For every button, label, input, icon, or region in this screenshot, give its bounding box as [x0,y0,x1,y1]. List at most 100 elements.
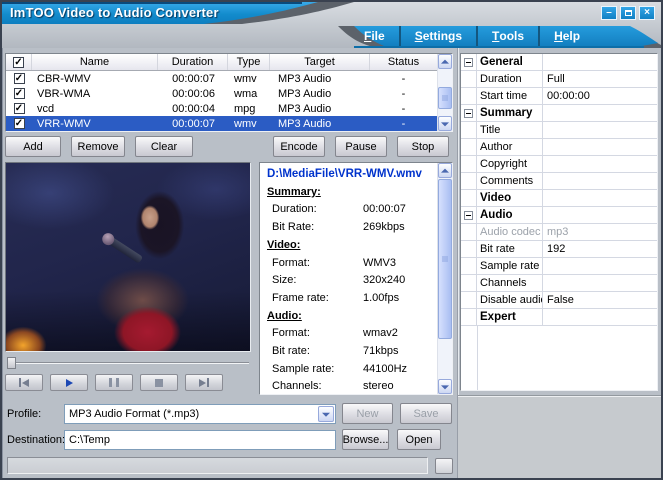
menu-settings[interactable]: Settings [399,26,476,46]
previous-button[interactable] [5,374,43,391]
next-icon [199,379,206,387]
stop-icon [155,379,163,387]
row-checkbox[interactable]: ✓ [14,88,25,99]
table-row[interactable]: ✓ CBR-WMV 00:00:07 wmv MP3 Audio - [6,71,437,86]
settings-pane: General Duration Full Start time 00:00:0… [457,48,661,478]
chevron-down-icon[interactable] [318,406,334,422]
property-row[interactable]: Start time 00:00:00 [461,88,657,105]
pause-playback-button[interactable] [95,374,133,391]
microphone-shape [107,236,143,263]
window-controls: – × [601,6,655,20]
media-file-path: D:\MediaFile\VRR-WMV.wmv [267,166,435,184]
progress-bar [7,457,428,474]
row-checkbox[interactable]: ✓ [14,118,25,129]
file-list: ✓ Name Duration Type Target Status ✓ CBR… [5,53,453,132]
property-category[interactable]: Expert [461,309,657,326]
scroll-up-icon[interactable] [438,163,452,178]
collapse-minus-icon[interactable] [464,211,473,220]
menu-file[interactable]: File [350,26,399,46]
summary-heading: Summary: [267,184,435,202]
right-bottom-panel [458,395,661,478]
property-category[interactable]: Audio [461,207,657,224]
destination-row: Destination: C:\Temp Browse... Open [7,429,453,450]
status-mini-button[interactable] [435,458,453,474]
scroll-up-icon[interactable] [438,54,452,69]
row-checkbox[interactable]: ✓ [14,103,25,114]
pause-button[interactable]: Pause [335,136,387,157]
window-title: ImTOO Video to Audio Converter [10,5,219,20]
profile-row: Profile: MP3 Audio Format (*.mp3) New Sa… [7,403,453,424]
profile-label: Profile: [7,408,64,420]
select-all-checkbox[interactable]: ✓ [13,57,24,68]
transport-controls [5,374,251,391]
table-row-selected[interactable]: ✓ VRR-WMV 00:00:07 wmv MP3 Audio - [6,116,437,131]
menu-help[interactable]: Help [538,26,594,46]
stop-playback-button[interactable] [140,374,178,391]
property-row[interactable]: Copyright [461,156,657,173]
column-header-status[interactable]: Status [370,54,437,70]
property-row-disabled: Audio codec mp3 [461,224,657,241]
property-row[interactable]: Channels [461,275,657,292]
scroll-thumb[interactable] [438,179,452,339]
property-row[interactable]: Title [461,122,657,139]
browse-button[interactable]: Browse... [342,429,389,450]
add-button[interactable]: Add [5,136,61,157]
save-button[interactable]: Save [400,403,452,424]
media-info-panel: D:\MediaFile\VRR-WMV.wmv Summary: Durati… [259,162,453,395]
scroll-down-icon[interactable] [438,116,452,131]
play-button[interactable] [50,374,88,391]
maximize-button[interactable] [620,6,636,20]
property-category[interactable]: Video [461,190,657,207]
left-pane: ✓ Name Duration Type Target Status ✓ CBR… [2,48,457,478]
property-category[interactable]: Summary [461,105,657,122]
menu-tools[interactable]: Tools [476,26,538,46]
video-player [5,162,251,395]
encode-button[interactable]: Encode [273,136,325,157]
header: ImTOO Video to Audio Converter – × File … [2,2,661,48]
previous-icon [22,379,29,387]
property-row[interactable]: Disable audio False [461,292,657,309]
app-window: ImTOO Video to Audio Converter – × File … [0,0,663,480]
property-row[interactable]: Comments [461,173,657,190]
property-grid: General Duration Full Start time 00:00:0… [460,53,658,391]
seek-thumb[interactable] [7,357,16,369]
table-row[interactable]: ✓ VBR-WMA 00:00:06 wma MP3 Audio - [6,86,437,101]
profile-select[interactable]: MP3 Audio Format (*.mp3) [64,404,336,424]
maximize-icon [625,10,632,16]
collapse-minus-icon[interactable] [464,109,473,118]
table-row[interactable]: ✓ vcd 00:00:04 mpg MP3 Audio - [6,101,437,116]
property-row[interactable]: Duration Full [461,71,657,88]
property-row[interactable]: Bit rate 192 [461,241,657,258]
remove-button[interactable]: Remove [71,136,125,157]
video-heading: Video: [267,237,435,255]
open-button[interactable]: Open [397,429,441,450]
stop-button[interactable]: Stop [397,136,449,157]
scroll-down-icon[interactable] [438,379,452,394]
destination-label: Destination: [7,434,64,446]
play-icon [66,379,73,387]
collapse-minus-icon[interactable] [464,58,473,67]
row-checkbox[interactable]: ✓ [14,73,25,84]
clear-button[interactable]: Clear [135,136,193,157]
next-button[interactable] [185,374,223,391]
file-list-header: ✓ Name Duration Type Target Status [6,54,437,71]
scroll-thumb[interactable] [438,87,452,109]
property-row[interactable]: Sample rate [461,258,657,275]
column-header-duration[interactable]: Duration [158,54,228,70]
property-category[interactable]: General [461,54,657,71]
property-row[interactable]: Author [461,139,657,156]
new-button[interactable]: New [342,403,393,424]
close-button[interactable]: × [639,6,655,20]
video-preview [5,162,251,352]
file-list-scrollbar[interactable] [437,54,452,131]
destination-input[interactable]: C:\Temp [64,430,336,450]
seek-bar[interactable] [5,356,251,370]
pause-icon [116,378,119,387]
column-header-type[interactable]: Type [228,54,270,70]
minimize-button[interactable]: – [601,6,617,20]
menu-bar: File Settings Tools Help [350,26,594,46]
info-scrollbar[interactable] [437,163,452,394]
column-header-name[interactable]: Name [32,54,158,70]
status-bar [7,456,453,475]
column-header-target[interactable]: Target [270,54,370,70]
